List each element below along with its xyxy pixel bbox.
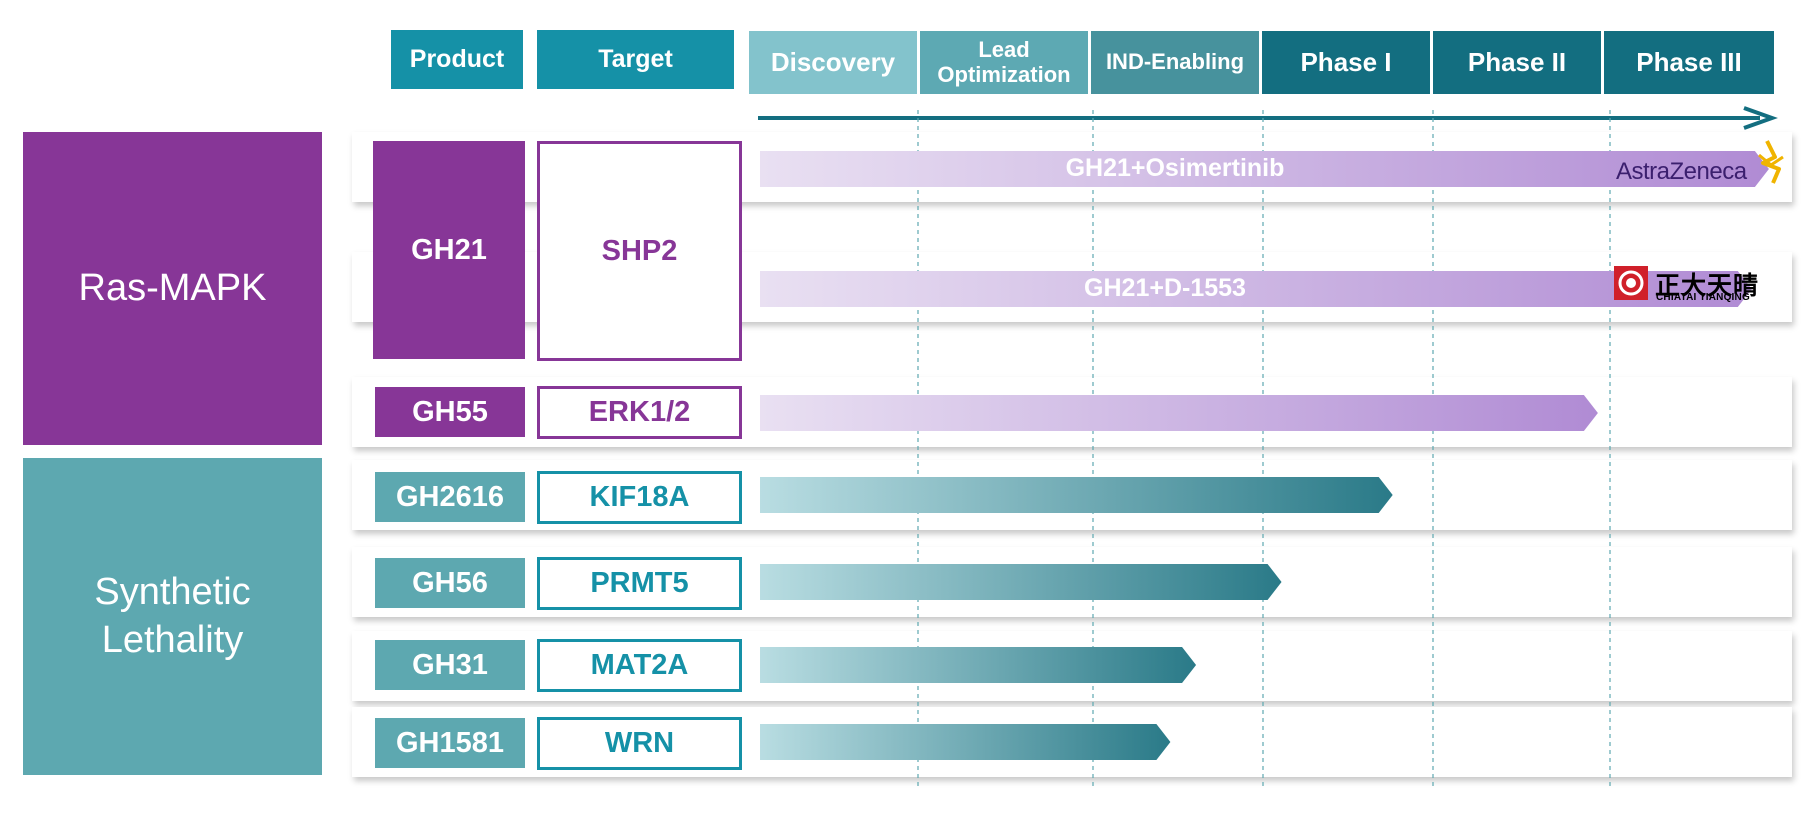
combo-label-gh21-osimertinib: GH21+Osimertinib [1065,154,1285,182]
bar-gh2616 [760,477,1393,513]
astrazeneca-logo: AstraZeneca [1616,158,1747,185]
bar-gh56 [760,564,1282,600]
bar-gh1581 [760,724,1171,760]
combo-label-gh21-d1553: GH21+D-1553 [1084,274,1246,302]
bar-gh31 [760,647,1197,683]
bar-gh55 [760,395,1598,431]
chiatai-tianqing-logo-icon [1614,266,1648,300]
chiatai-tianqing-en-name: CHIATAI TIANQING [1656,292,1750,303]
progress-bars [760,151,1769,760]
astrazeneca-symbol-icon [1758,140,1784,184]
